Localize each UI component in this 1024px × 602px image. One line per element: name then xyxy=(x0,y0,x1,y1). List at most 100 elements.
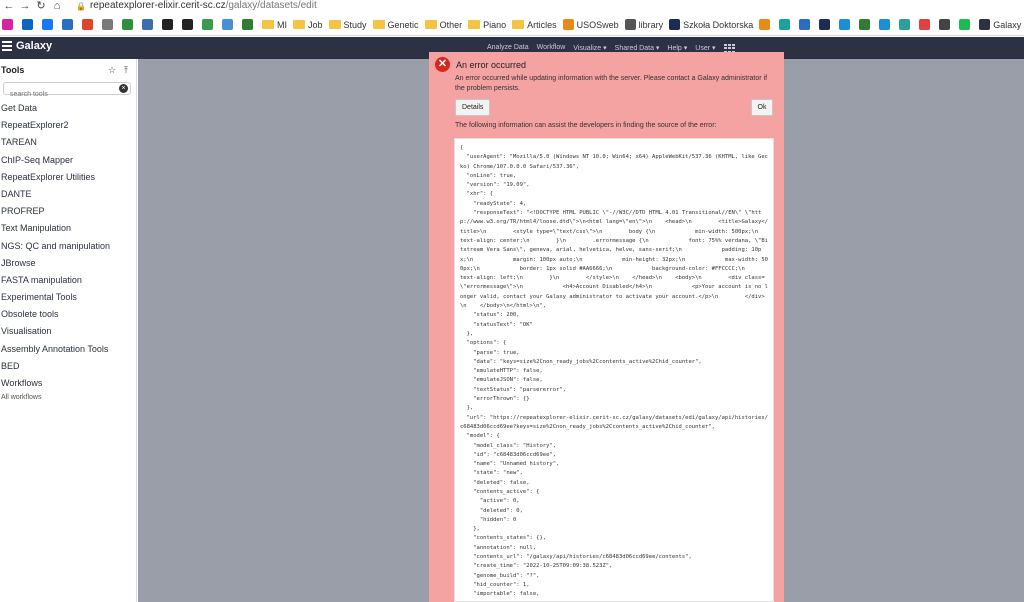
bookmark-item[interactable] xyxy=(799,19,813,30)
folder-icon xyxy=(293,20,305,29)
tool-section-item[interactable]: Obsolete tools xyxy=(0,306,136,323)
bookmark-item[interactable] xyxy=(779,19,793,30)
tool-section-item[interactable]: PROFREP xyxy=(0,203,136,220)
bookmark-label: library xyxy=(638,19,664,30)
masthead-nav-item[interactable]: Help ▾ xyxy=(667,44,687,52)
bookmark-item[interactable] xyxy=(919,19,933,30)
bookmark-item[interactable] xyxy=(759,19,773,30)
folder-icon xyxy=(512,20,525,29)
bookmark-item[interactable]: Szkoła Doktorska xyxy=(669,19,753,30)
bookmark-icon xyxy=(82,19,93,30)
library-icon xyxy=(624,19,636,30)
bookmark-item[interactable]: Other xyxy=(424,20,462,30)
bookmark-icon xyxy=(102,19,113,30)
szkola-icon xyxy=(669,19,681,30)
bookmark-item[interactable]: Job xyxy=(293,20,323,30)
bookmark-item[interactable]: Galaxy xyxy=(979,19,1021,30)
lock-icon: 🔒 xyxy=(76,1,86,11)
folder-icon xyxy=(372,20,385,29)
bookmark-item[interactable] xyxy=(82,19,96,30)
all-workflows-link[interactable]: All workflows xyxy=(0,392,136,404)
error-icon: ✕ xyxy=(435,57,450,72)
tool-section-item[interactable]: Workflows xyxy=(0,375,136,392)
back-icon[interactable]: ← xyxy=(2,0,16,12)
bookmark-label: Job xyxy=(308,19,323,30)
tool-section-item[interactable]: Assembly Annotation Tools xyxy=(0,341,136,358)
star-icon[interactable]: ☆ xyxy=(108,65,116,76)
bookmark-item[interactable] xyxy=(819,19,833,30)
tool-section-item[interactable]: Visualisation xyxy=(0,323,136,340)
ok-button[interactable]: Ok xyxy=(751,99,773,116)
bookmark-item[interactable] xyxy=(22,19,36,30)
masthead-nav-item[interactable]: Shared Data ▾ xyxy=(615,44,660,52)
bookmark-icon xyxy=(779,19,791,30)
masthead-nav-item[interactable]: Workflow xyxy=(537,44,566,52)
masthead-nav-item[interactable]: Analyze Data xyxy=(487,44,529,52)
bookmark-item[interactable] xyxy=(2,19,16,30)
tool-section-item[interactable]: Experimental Tools xyxy=(0,289,136,306)
tool-panel-header: Tools ☆ ⤒ xyxy=(0,59,136,81)
bookmark-item[interactable]: Study xyxy=(328,20,367,30)
bookmark-item[interactable] xyxy=(182,19,196,30)
bookmark-icon xyxy=(202,19,213,30)
search-tools-input[interactable] xyxy=(4,89,130,100)
bookmark-item[interactable] xyxy=(62,19,76,30)
details-button[interactable]: Details xyxy=(455,99,490,116)
bookmark-label: Galaxy xyxy=(993,19,1022,30)
tool-section-item[interactable]: DANTE xyxy=(0,186,136,203)
facebook-icon xyxy=(42,19,53,30)
tool-panel-title: Tools xyxy=(1,65,25,75)
galaxy-brand[interactable]: Galaxy xyxy=(2,40,52,52)
tool-section-item[interactable]: BED xyxy=(0,358,136,375)
bookmark-item[interactable] xyxy=(242,19,256,30)
bookmark-item[interactable] xyxy=(899,19,913,30)
tool-section-item[interactable]: FASTA manipulation xyxy=(0,272,136,289)
bookmark-item[interactable] xyxy=(939,19,953,30)
bookmark-item[interactable] xyxy=(142,19,156,30)
home-icon[interactable]: ⌂ xyxy=(50,0,64,12)
address-bar[interactable]: repeatexplorer-elixir.cerit-sc.cz/galaxy… xyxy=(90,0,317,12)
masthead-nav-item[interactable]: User ▾ xyxy=(695,44,715,52)
bookmark-label: MI xyxy=(277,19,287,30)
tool-section-item[interactable]: JBrowse xyxy=(0,255,136,272)
error-details-box[interactable]: { "userAgent": "Mozilla/5.0 (Windows NT … xyxy=(454,138,774,602)
bookmark-icon xyxy=(819,19,831,30)
bookmark-item[interactable] xyxy=(959,19,973,30)
bookmark-item[interactable] xyxy=(102,19,116,30)
bookmark-item[interactable]: library xyxy=(624,19,664,30)
bookmark-item[interactable]: MI xyxy=(262,20,287,30)
bookmark-item[interactable] xyxy=(42,19,56,30)
tool-section-item[interactable]: Text Manipulation xyxy=(0,220,136,237)
tool-section-item[interactable]: NGS: QC and manipulation xyxy=(0,238,136,255)
tool-section-item[interactable]: RepeatExplorer2 xyxy=(0,117,136,134)
folder-icon xyxy=(468,20,481,29)
bookmark-item[interactable] xyxy=(839,19,853,30)
reload-icon[interactable]: ↻ xyxy=(34,0,48,12)
forward-icon[interactable]: → xyxy=(18,0,32,12)
tool-search: × xyxy=(3,82,131,100)
bookmark-item[interactable]: Piano xyxy=(468,20,506,30)
bookmark-item[interactable]: Articles xyxy=(512,20,557,30)
clear-search-icon[interactable]: × xyxy=(119,84,128,93)
bookmark-label: USOSweb xyxy=(576,19,619,30)
bookmark-icon xyxy=(62,19,73,30)
debug-info-text: The following information can assist the… xyxy=(455,122,717,129)
masthead-nav-item[interactable]: Visualize ▾ xyxy=(573,44,606,52)
bookmark-icon xyxy=(799,19,811,30)
tool-section-item[interactable]: ChIP-Seq Mapper xyxy=(0,152,136,169)
bookmark-item[interactable]: Genetic xyxy=(372,20,419,30)
bookmark-item[interactable]: USOSweb xyxy=(562,19,619,30)
tool-section-item[interactable]: RepeatExplorer Utilities xyxy=(0,169,136,186)
tool-section-list: Get Data RepeatExplorer2 TAREAN ChIP-Seq Ma… xyxy=(0,100,136,392)
bookmark-item[interactable] xyxy=(879,19,893,30)
folder-icon xyxy=(262,20,274,29)
bookmark-item[interactable] xyxy=(162,19,176,30)
tool-section-item[interactable]: Get Data xyxy=(0,100,136,117)
upload-icon[interactable]: ⤒ xyxy=(124,65,128,76)
bookmark-item[interactable] xyxy=(859,19,873,30)
bookmark-item[interactable] xyxy=(202,19,216,30)
tool-section-item[interactable]: TAREAN xyxy=(0,134,136,151)
bookmark-item[interactable] xyxy=(222,19,236,30)
bookmark-label: Szkoła Doktorska xyxy=(683,19,754,30)
bookmark-item[interactable] xyxy=(122,19,136,30)
